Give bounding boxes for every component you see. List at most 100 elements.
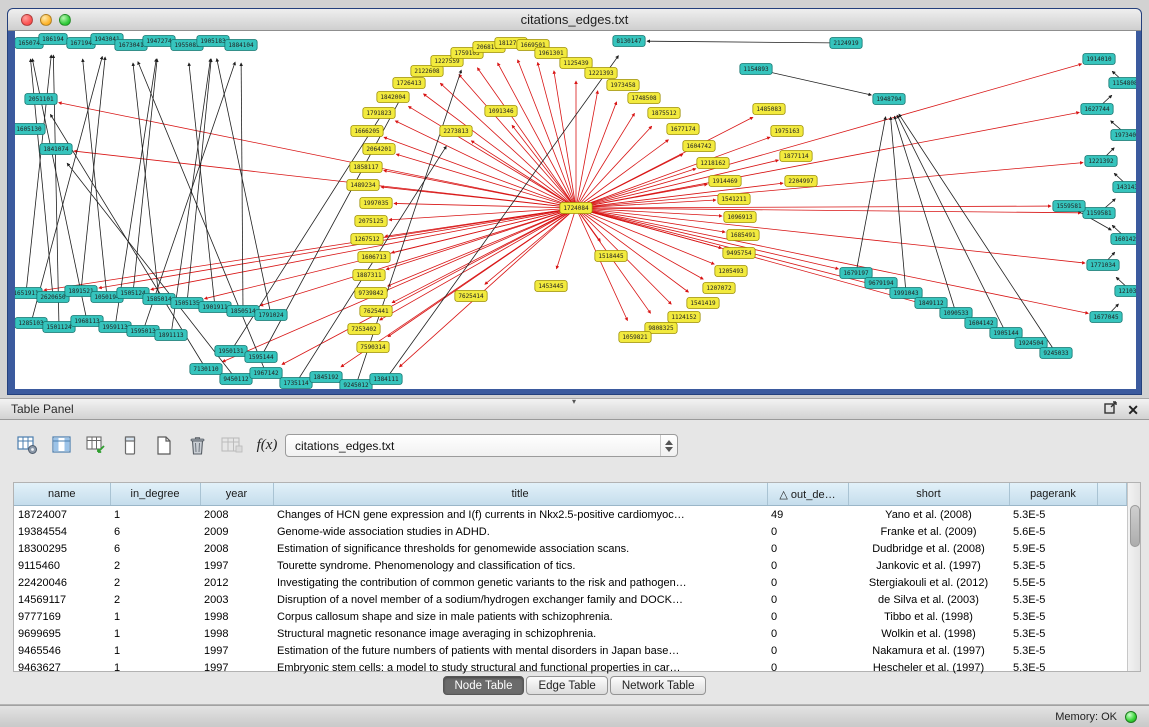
graph-node[interactable]: 1595144 bbox=[245, 352, 277, 363]
graph-node[interactable]: 2124919 bbox=[830, 38, 862, 49]
graph-node[interactable]: 1968113 bbox=[71, 316, 103, 327]
cell-title[interactable]: Tourette syndrome. Phenomenology and cla… bbox=[273, 557, 767, 574]
graph-node[interactable]: 1679197 bbox=[840, 268, 872, 279]
cell-in_degree[interactable]: 1 bbox=[110, 659, 200, 676]
graph-node[interactable]: 7253402 bbox=[348, 324, 380, 335]
graph-node[interactable]: 1685491 bbox=[727, 230, 759, 241]
cell-pagerank[interactable]: 5.3E-5 bbox=[1009, 625, 1097, 642]
graph-node[interactable]: 1431433 bbox=[1113, 182, 1136, 193]
cell-title[interactable]: Structural magnetic resonance image aver… bbox=[273, 625, 767, 642]
cell-name[interactable]: 9115460 bbox=[14, 557, 110, 574]
cell-short[interactable]: Nakamura et al. (1997) bbox=[848, 642, 1009, 659]
graph-node[interactable]: 1947274 bbox=[143, 36, 175, 47]
cell-pagerank[interactable]: 5.3E-5 bbox=[1009, 608, 1097, 625]
graph-node[interactable]: 1842004 bbox=[377, 92, 409, 103]
cell-year[interactable]: 1997 bbox=[200, 557, 273, 574]
graph-node[interactable]: 1605130 bbox=[15, 124, 45, 135]
graph-node[interactable]: 7625441 bbox=[360, 306, 392, 317]
graph-node[interactable]: 1850514 bbox=[227, 306, 259, 317]
cell-out_degree[interactable]: 0 bbox=[767, 608, 848, 625]
graph-node[interactable]: 1841074 bbox=[40, 144, 72, 155]
cell-out_degree[interactable]: 0 bbox=[767, 591, 848, 608]
float-panel-icon[interactable] bbox=[1104, 401, 1117, 419]
cell-title[interactable]: Changes of HCN gene expression and I(f) … bbox=[273, 506, 767, 524]
graph-node[interactable]: 1967142 bbox=[250, 368, 282, 379]
graph-node[interactable]: 1604142 bbox=[965, 318, 997, 329]
graph-node[interactable]: 1887311 bbox=[353, 270, 385, 281]
network-graph[interactable]: 1724084179182316662052064201185811714892… bbox=[15, 31, 1136, 389]
cell-name[interactable]: 14569117 bbox=[14, 591, 110, 608]
show-columns-button[interactable] bbox=[48, 432, 75, 458]
cell-year[interactable]: 1998 bbox=[200, 625, 273, 642]
cell-year[interactable]: 2008 bbox=[200, 540, 273, 557]
graph-node[interactable]: 2204997 bbox=[785, 176, 817, 187]
cell-year[interactable]: 1998 bbox=[200, 608, 273, 625]
network-canvas[interactable]: 1724084179182316662052064201185811714892… bbox=[15, 31, 1136, 389]
column-header-short[interactable]: short bbox=[848, 483, 1009, 506]
graph-node[interactable]: 7625414 bbox=[455, 291, 487, 302]
graph-node[interactable]: 1096913 bbox=[724, 212, 756, 223]
cell-out_degree[interactable]: 0 bbox=[767, 625, 848, 642]
graph-node[interactable]: 1791024 bbox=[255, 310, 287, 321]
graph-node[interactable]: 1673041 bbox=[115, 40, 147, 51]
new-table-button[interactable] bbox=[150, 432, 177, 458]
graph-node[interactable]: 1606713 bbox=[358, 252, 390, 263]
graph-node[interactable]: 1924504 bbox=[1015, 338, 1047, 349]
splitter-handle[interactable]: ▾ bbox=[567, 398, 581, 406]
table-row[interactable]: 969969511998Structural magnetic resonanc… bbox=[14, 625, 1126, 642]
cell-short[interactable]: Jankovic et al. (1997) bbox=[848, 557, 1009, 574]
cell-year[interactable]: 1997 bbox=[200, 642, 273, 659]
graph-node[interactable]: 2075125 bbox=[355, 216, 387, 227]
graph-node[interactable]: 1877114 bbox=[780, 151, 812, 162]
graph-node[interactable]: 1489234 bbox=[347, 180, 379, 191]
table-row[interactable]: 946554611997Estimation of the future num… bbox=[14, 642, 1126, 659]
graph-node[interactable]: 1221392 bbox=[1085, 156, 1117, 167]
tab-edge-table[interactable]: Edge Table bbox=[526, 676, 607, 695]
cell-in_degree[interactable]: 2 bbox=[110, 591, 200, 608]
graph-node[interactable]: 1726413 bbox=[393, 78, 425, 89]
graph-node[interactable]: 1205493 bbox=[715, 266, 747, 277]
graph-node[interactable]: 2273813 bbox=[440, 126, 472, 137]
table-row[interactable]: 1938455462009Genome-wide association stu… bbox=[14, 523, 1126, 540]
graph-node[interactable]: 1991043 bbox=[890, 288, 922, 299]
graph-node[interactable]: 1604742 bbox=[683, 141, 715, 152]
column-header-out_degree[interactable]: △ out_de… bbox=[767, 483, 848, 506]
cell-in_degree[interactable]: 1 bbox=[110, 608, 200, 625]
cell-short[interactable]: Hescheler et al. (1997) bbox=[848, 659, 1009, 676]
cell-pagerank[interactable]: 5.3E-5 bbox=[1009, 506, 1097, 524]
cell-title[interactable]: Investigating the contribution of common… bbox=[273, 574, 767, 591]
graph-node[interactable]: 1959113 bbox=[99, 322, 131, 333]
tab-node-table[interactable]: Node Table bbox=[443, 676, 525, 695]
graph-node[interactable]: 1125439 bbox=[560, 58, 592, 69]
graph-node[interactable]: 9245012 bbox=[340, 380, 372, 390]
graph-node[interactable]: 2620650 bbox=[37, 292, 69, 303]
cell-pagerank[interactable]: 5.6E-5 bbox=[1009, 523, 1097, 540]
function-builder-button[interactable]: f(x) bbox=[252, 432, 282, 458]
graph-node[interactable]: 1973458 bbox=[607, 80, 639, 91]
table-row[interactable]: 1456911722003Disruption of a novel membe… bbox=[14, 591, 1126, 608]
import-table-button[interactable] bbox=[218, 432, 245, 458]
graph-node[interactable]: 1973403 bbox=[1111, 130, 1136, 141]
graph-node[interactable]: 8130147 bbox=[613, 36, 645, 47]
cell-pagerank[interactable]: 5.3E-5 bbox=[1009, 642, 1097, 659]
cell-pagerank[interactable]: 5.9E-5 bbox=[1009, 540, 1097, 557]
graph-node[interactable]: 1914469 bbox=[709, 176, 741, 187]
cell-pagerank[interactable]: 5.3E-5 bbox=[1009, 591, 1097, 608]
cell-in_degree[interactable]: 6 bbox=[110, 540, 200, 557]
graph-node[interactable]: 1218162 bbox=[697, 158, 729, 169]
graph-node[interactable]: 1384111 bbox=[370, 374, 402, 385]
graph-node[interactable]: 1505135 bbox=[171, 298, 203, 309]
graph-node[interactable]: 1601427 bbox=[1111, 234, 1136, 245]
graph-node[interactable]: 1485083 bbox=[753, 104, 785, 115]
cell-year[interactable]: 2008 bbox=[200, 506, 273, 524]
graph-node[interactable]: 1453445 bbox=[535, 281, 567, 292]
cell-name[interactable]: 18724007 bbox=[14, 506, 110, 524]
graph-node[interactable]: 9245033 bbox=[1040, 348, 1072, 359]
cell-short[interactable]: Yano et al. (2008) bbox=[848, 506, 1009, 524]
graph-node[interactable]: 1541419 bbox=[687, 298, 719, 309]
cell-title[interactable]: Estimation of significance thresholds fo… bbox=[273, 540, 767, 557]
cell-in_degree[interactable]: 1 bbox=[110, 506, 200, 524]
graph-node[interactable]: 1901911 bbox=[199, 302, 231, 313]
cell-in_degree[interactable]: 1 bbox=[110, 642, 200, 659]
column-header-year[interactable]: year bbox=[200, 483, 273, 506]
